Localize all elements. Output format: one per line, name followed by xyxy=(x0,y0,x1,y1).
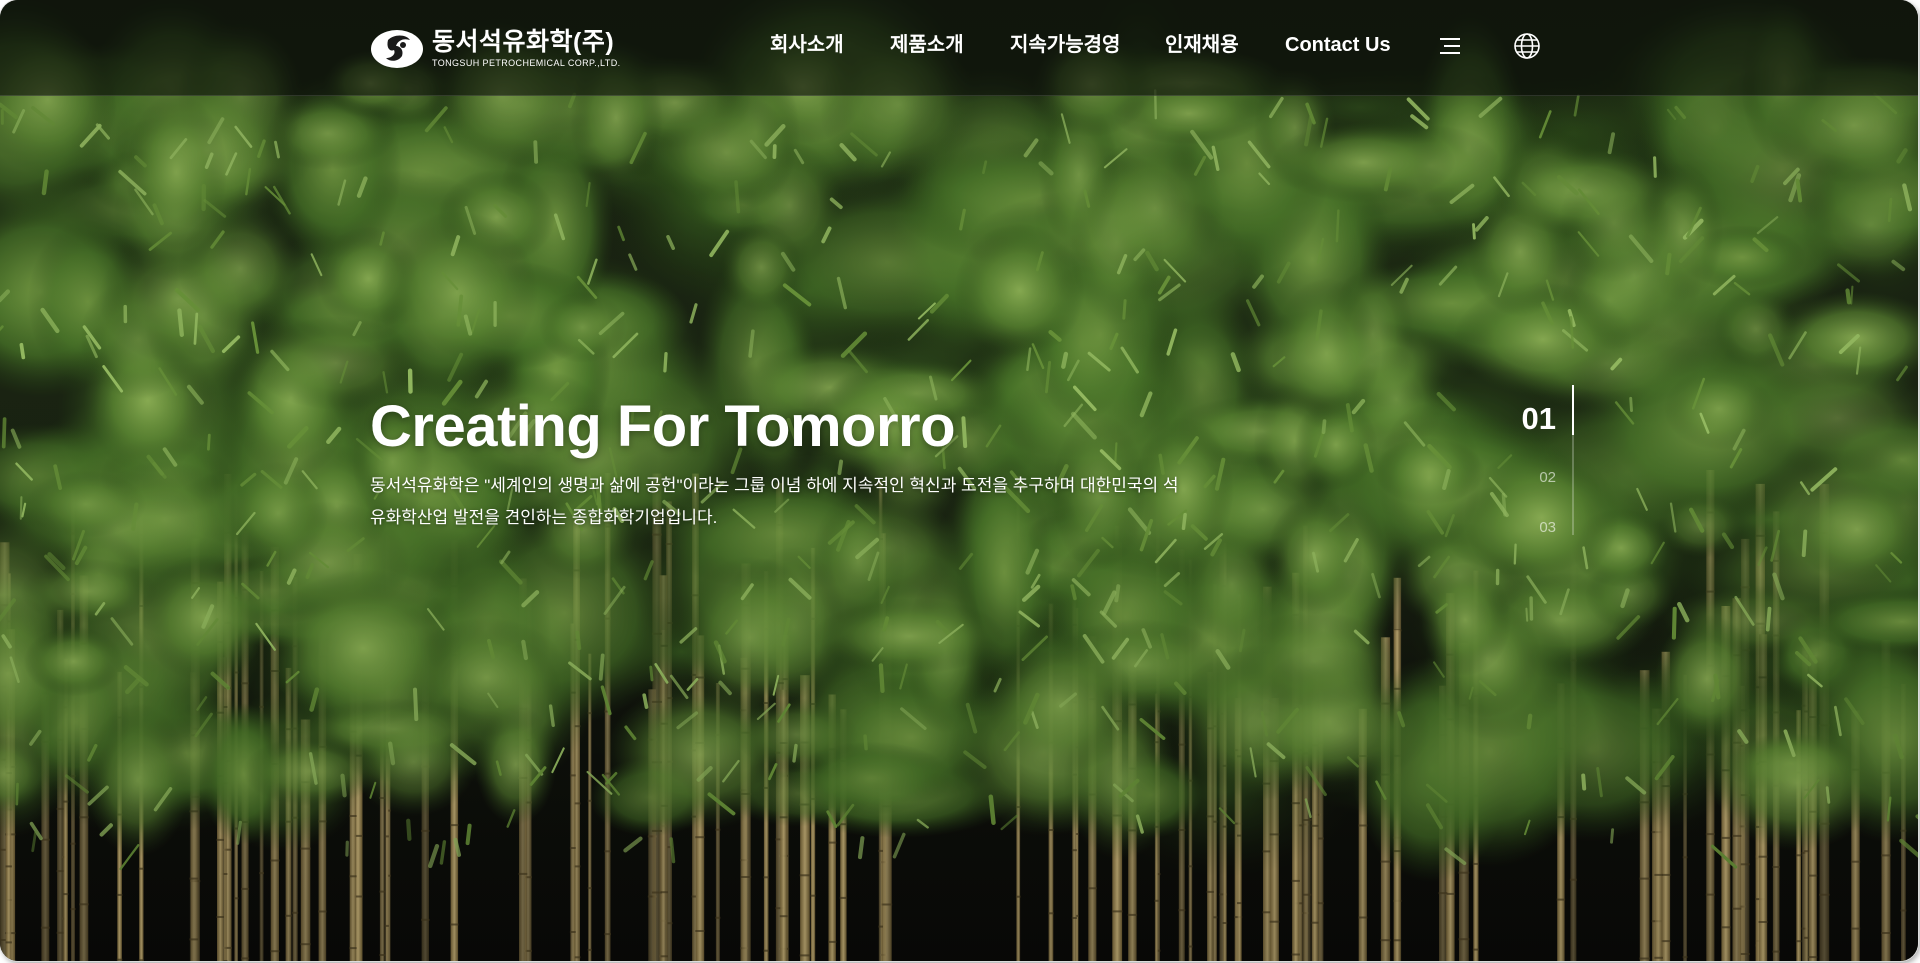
globe-icon[interactable] xyxy=(1511,30,1543,62)
nav-item-contact[interactable]: Contact Us xyxy=(1285,31,1391,59)
hamburger-icon[interactable] xyxy=(1436,30,1468,62)
nav-item-sustainability[interactable]: 지속가능경영 xyxy=(1010,31,1120,59)
main-nav: 회사소개 제품소개 지속가능경영 인재채용 Contact Us xyxy=(0,31,1918,61)
pager-slide-01[interactable]: 01 xyxy=(1496,401,1556,437)
hero-description: 동서석유화학은 "세계인의 생명과 삶에 공헌"이라는 그룹 이념 하에 지속적… xyxy=(370,476,1179,527)
pager-slide-02[interactable]: 02 xyxy=(1496,469,1556,486)
nav-item-products[interactable]: 제품소개 xyxy=(890,31,964,59)
site-header: 동서석유화학(주) TONGSUH PETROCHEMICAL CORP.,LT… xyxy=(0,0,1918,96)
pager-slide-03[interactable]: 03 xyxy=(1496,519,1556,536)
nav-item-careers[interactable]: 인재채용 xyxy=(1165,31,1239,59)
pager-progress xyxy=(1572,385,1574,435)
hero-title: Creating For Tomorro xyxy=(370,394,956,459)
browser-viewport: 동서석유화학(주) TONGSUH PETROCHEMICAL CORP.,LT… xyxy=(0,0,1918,961)
nav-item-company[interactable]: 회사소개 xyxy=(770,31,844,59)
